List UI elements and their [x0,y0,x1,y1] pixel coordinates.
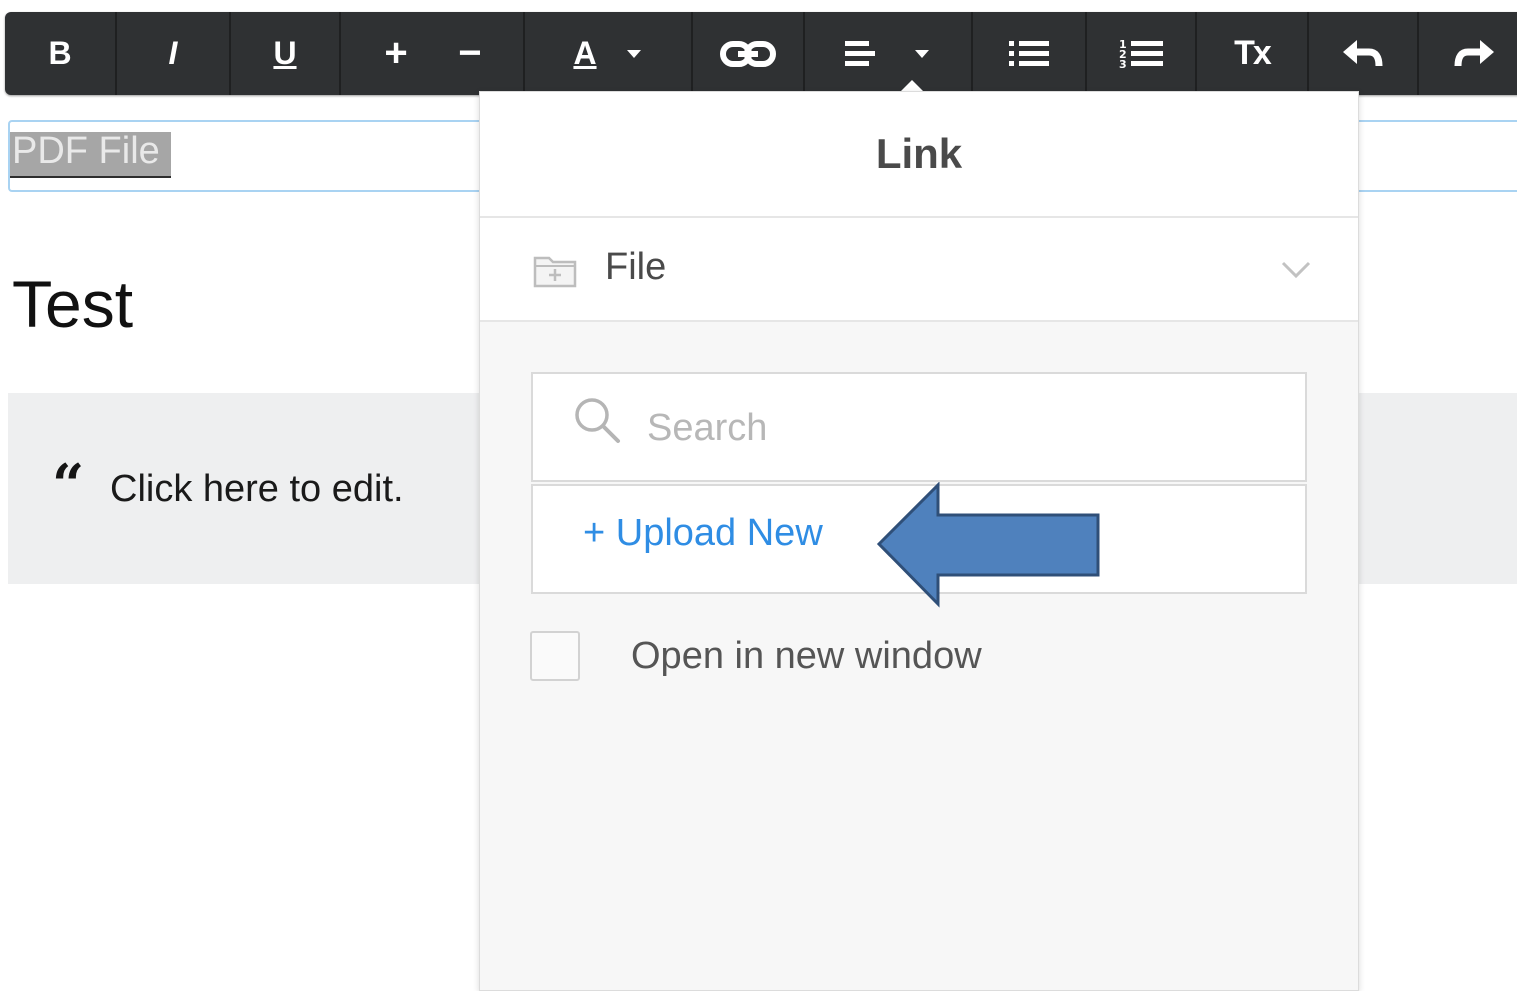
plus-label: + [384,31,408,75]
quote-placeholder-text[interactable]: Click here to edit. [110,468,404,511]
decrease-font-size-button[interactable]: − [425,12,515,95]
underline-label: U [273,35,297,71]
link-type-dropdown[interactable]: File [480,218,1358,322]
popup-title: Link [875,130,963,177]
page-heading[interactable]: Test [12,266,133,342]
link-button[interactable] [693,12,803,95]
undo-button[interactable] [1309,12,1417,95]
redo-icon [1454,39,1494,66]
chevron-down-icon [1281,261,1311,279]
chevron-down-icon [915,49,929,58]
clear-format-label: Tx [1234,34,1272,72]
bulleted-list-icon [1009,40,1049,66]
numbered-list-icon: 1 2 3 [1119,38,1163,71]
svg-text:3: 3 [1119,58,1127,71]
link-icon [720,40,776,67]
open-new-window-checkbox[interactable] [530,631,580,681]
underline-button[interactable]: U [231,12,339,95]
link-type-label: File [605,246,667,288]
bold-label: B [48,35,72,71]
bullet-list-button[interactable] [973,12,1085,95]
clear-format-button[interactable]: Tx [1197,12,1307,95]
text-color-button[interactable]: A [525,12,691,95]
undo-icon [1343,39,1383,66]
folder-icon [533,256,577,288]
plus-icon: + [583,512,606,554]
formatting-toolbar: B I U + − A 1 2 3 Tx [5,12,1517,95]
italic-button[interactable]: I [117,12,229,95]
chevron-down-icon [626,49,641,58]
text-color-label: A [573,35,597,71]
align-left-icon [845,40,875,66]
upload-new-label: Upload New [615,512,823,554]
annotation-arrow-icon [876,482,1100,608]
search-icon [575,398,620,443]
align-button[interactable] [805,12,971,95]
numbered-list-button[interactable]: 1 2 3 [1087,12,1195,95]
minus-label: − [458,31,482,75]
upload-new-link[interactable]: + Upload New [583,512,823,555]
popup-header: Link [480,92,1358,218]
open-new-window-label[interactable]: Open in new window [631,635,982,678]
quote-icon: “ [52,452,85,518]
file-search-box [531,372,1307,482]
italic-label: I [168,35,178,71]
redo-button[interactable] [1419,12,1517,95]
search-input[interactable] [645,404,1249,452]
bold-button[interactable]: B [5,12,115,95]
title-field-text[interactable]: PDF File [12,130,160,173]
